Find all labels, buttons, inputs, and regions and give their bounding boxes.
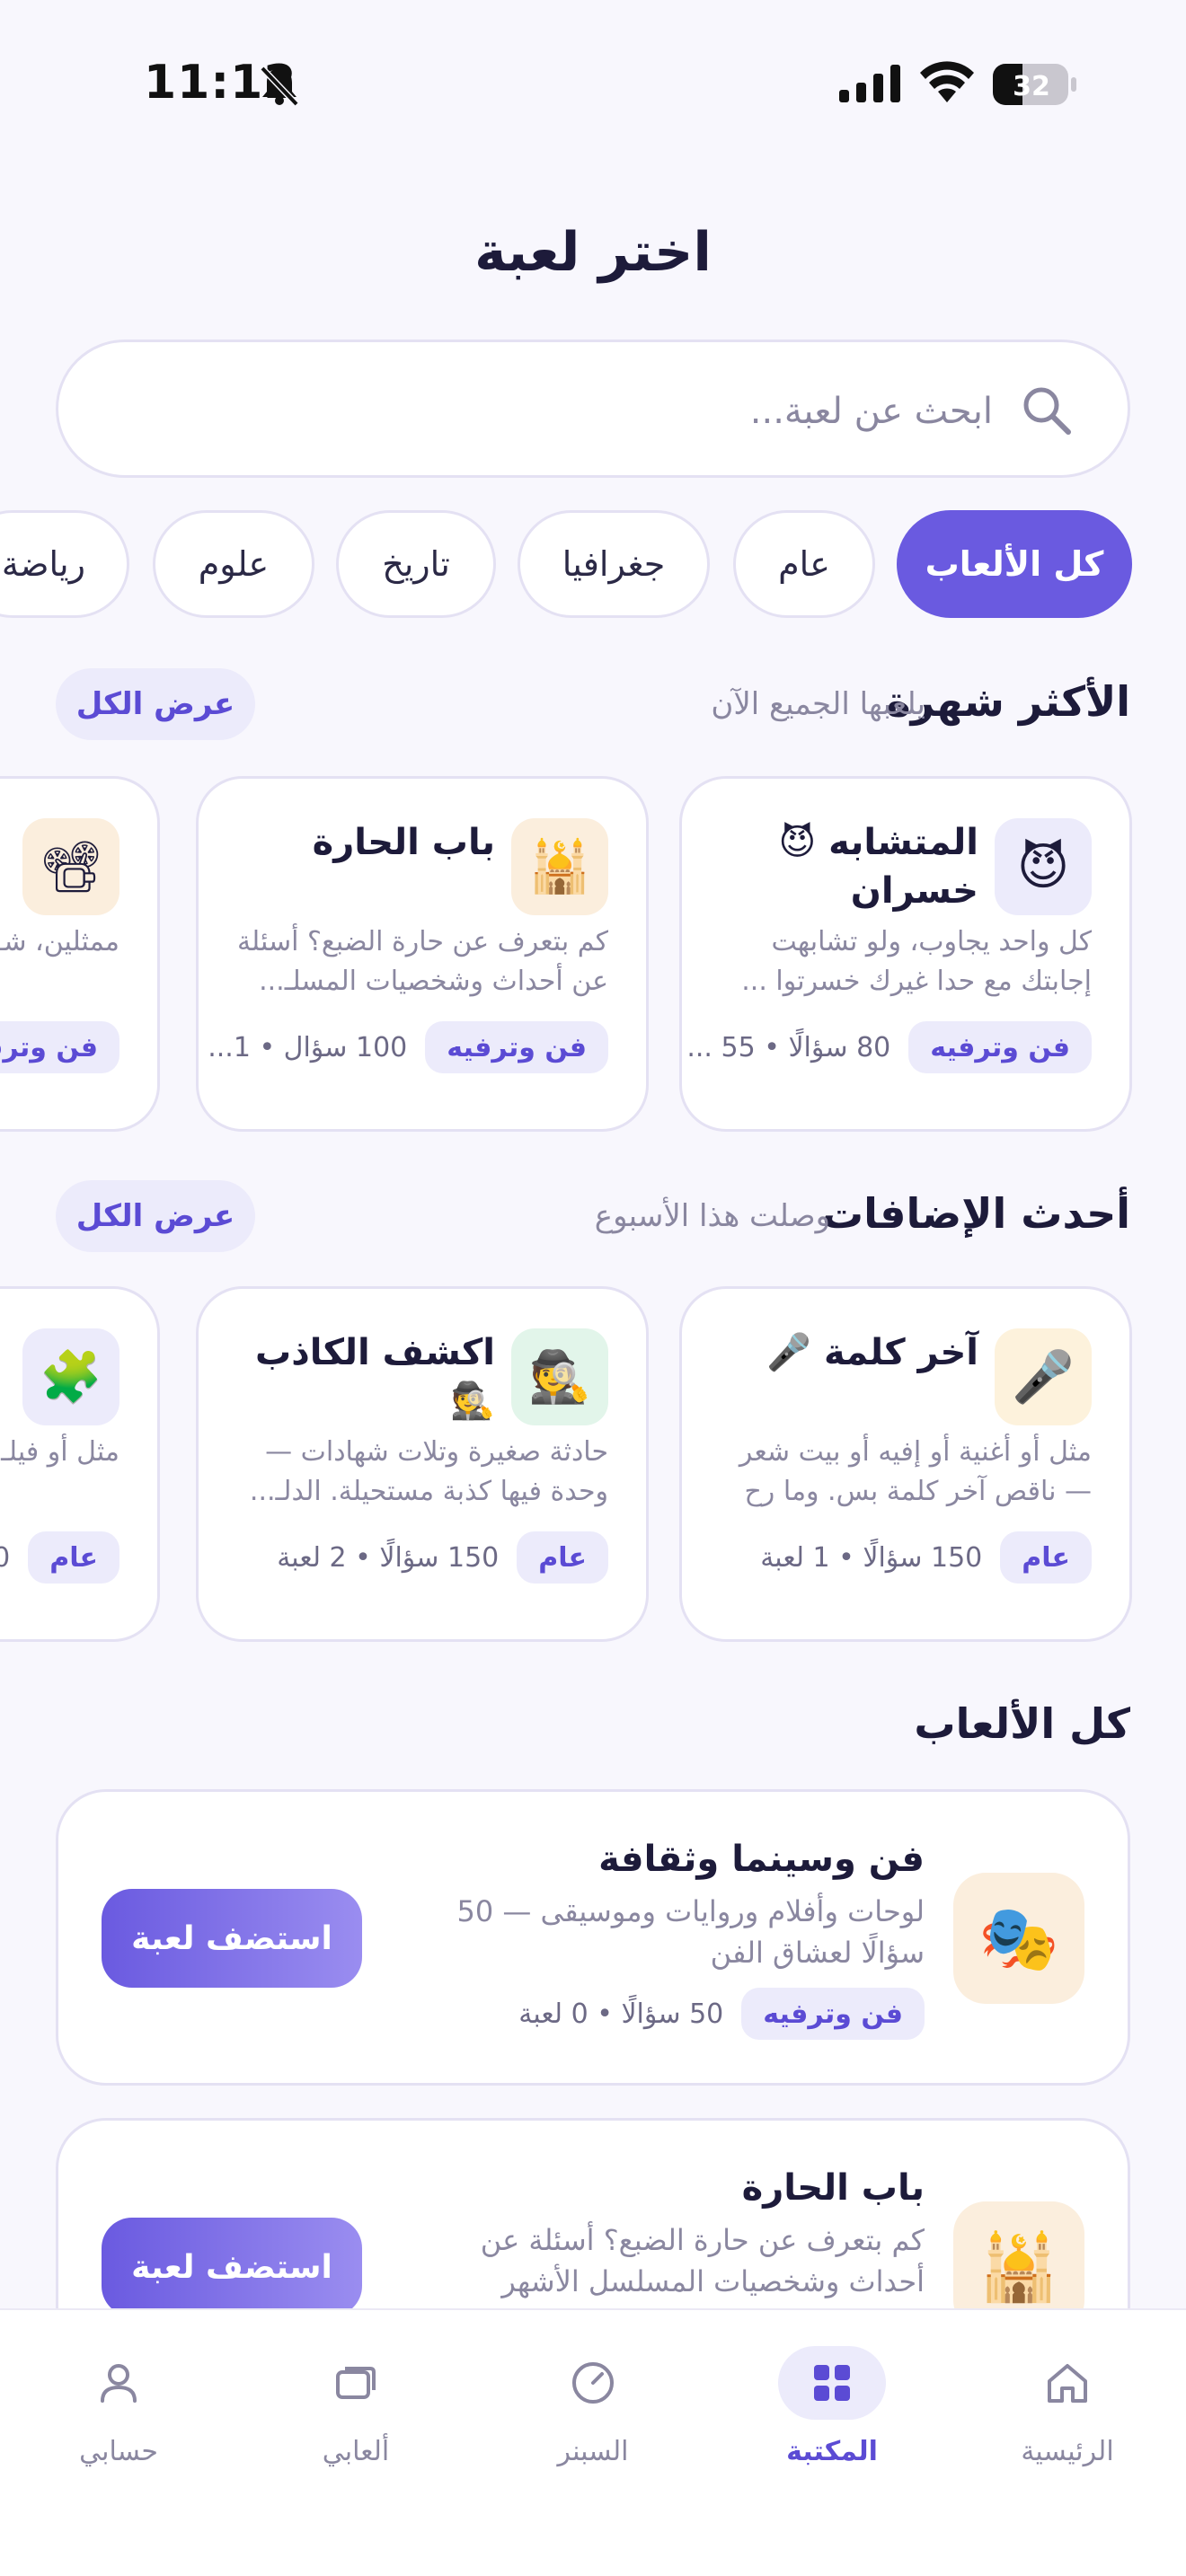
battery-icon: 32 bbox=[993, 64, 1076, 105]
grid-icon bbox=[814, 2365, 850, 2401]
detective-emoji-icon: 🕵 bbox=[511, 1328, 608, 1425]
page-title: اختر لعبة bbox=[474, 221, 712, 284]
card-stats: 50 bbox=[0, 1542, 10, 1574]
game-title: باب الحارة bbox=[741, 2167, 925, 2209]
popular-view-all-button[interactable]: عرض الكل bbox=[56, 668, 255, 740]
category-chips: كل الألعاب عام جغرافيا تاريخ علوم رياضة bbox=[0, 510, 1186, 622]
wifi-icon bbox=[920, 61, 974, 102]
chip-all-games[interactable]: كل الألعاب bbox=[897, 510, 1132, 618]
nav-home[interactable]: الرئيسية bbox=[987, 2337, 1148, 2481]
popular-section-header: الأكثر شهرة يلعبها الجميع الآن عرض الكل bbox=[0, 668, 1186, 749]
card-stats: 100 سؤال • 1... bbox=[208, 1031, 408, 1063]
card-stats: 150 سؤالًا • 1 لعبة bbox=[760, 1541, 983, 1574]
card-title: المتشابه 😈 خسران bbox=[778, 822, 979, 912]
search-icon bbox=[1023, 387, 1071, 435]
card-stats: 150 سؤالًا • 2 لعبة bbox=[277, 1541, 500, 1574]
game-description: كم بتعرف عن حارة الضبع؟ أسئلة عن أحداث و… bbox=[480, 2223, 925, 2299]
chip-science[interactable]: علوم bbox=[153, 510, 314, 618]
card-description: كم بتعرف عن حارة الضبع؟ أسئلة عن أحداث و… bbox=[236, 926, 608, 997]
bottom-nav: الرئيسية المكتبة السبنر ألعابي حسابي bbox=[0, 2308, 1186, 2576]
card-description: كل واحد يجاوب، ولو تشابهت إجابتك مع حدا … bbox=[741, 926, 1092, 997]
chip-history[interactable]: تاريخ bbox=[336, 510, 496, 618]
projector-emoji-icon: 📽 bbox=[22, 818, 119, 915]
category-tag: فن وترفيه bbox=[741, 1988, 925, 2040]
latest-section-header: أحدث الإضافات وصلت هذا الأسبوع عرض الكل bbox=[0, 1180, 1186, 1261]
theater-masks-emoji-icon: 🎭 bbox=[953, 1873, 1084, 2004]
category-tag: فن وترفيه bbox=[425, 1021, 608, 1073]
status-bar: 11:12 32 bbox=[0, 56, 1186, 119]
game-description: لوحات وأفلام وروايات وموسيقى — 50 سؤالًا… bbox=[456, 1894, 925, 1971]
popular-card[interactable]: 📽 ممثلين، شـ بتعرف عن فن وترفيه bbox=[0, 776, 160, 1132]
nav-account-label: حسابي bbox=[79, 2436, 158, 2467]
nav-spinner[interactable]: السبنر bbox=[512, 2337, 674, 2481]
nav-home-label: الرئيسية bbox=[1021, 2436, 1114, 2467]
card-title: باب الحارة bbox=[312, 822, 495, 863]
host-game-button[interactable]: استضف لعبة bbox=[102, 1889, 362, 1988]
latest-title: أحدث الإضافات bbox=[821, 1189, 1130, 1238]
card-title: آخر كلمة 🎤 bbox=[766, 1332, 978, 1373]
app-screen: 11:12 32 اختر لعبة ابحث عن لعبة... كل ال… bbox=[0, 0, 1186, 2576]
game-list-item[interactable]: 🎭 فن وسينما وثقافة لوحات وأفلام وروايات … bbox=[56, 1789, 1130, 2086]
category-tag: عام bbox=[1000, 1531, 1092, 1584]
nav-my-games-label: ألعابي bbox=[322, 2436, 390, 2467]
card-description: مثل أو فيلـ مكتوبة بالإ bbox=[0, 1436, 119, 1468]
card-description: ممثلين، شـ بتعرف عن bbox=[0, 926, 119, 957]
cellular-signal-icon bbox=[839, 65, 900, 102]
nav-library-label: المكتبة bbox=[786, 2436, 878, 2467]
category-tag: عام bbox=[517, 1531, 608, 1584]
host-game-button[interactable]: استضف لعبة bbox=[102, 2218, 362, 2316]
gauge-icon bbox=[572, 2362, 614, 2404]
category-tag: فن وترفيه bbox=[0, 1021, 119, 1073]
card-stats: 80 سؤالًا • 55 ... bbox=[686, 1031, 891, 1063]
search-input[interactable] bbox=[274, 376, 993, 446]
mosque-emoji-icon: 🕌 bbox=[511, 818, 608, 915]
latest-card[interactable]: 🎤 آخر كلمة 🎤 مثل أو أغنية أو إفيه أو بيت… bbox=[679, 1286, 1132, 1642]
latest-subtitle: وصلت هذا الأسبوع bbox=[594, 1198, 830, 1234]
card-description: حادثة صغيرة وتلات شهادات — وحدة فيها كذب… bbox=[249, 1436, 608, 1507]
popular-card[interactable]: 🕌 باب الحارة كم بتعرف عن حارة الضبع؟ أسئ… bbox=[196, 776, 649, 1132]
all-games-title: كل الألعاب bbox=[914, 1699, 1130, 1748]
nav-spinner-label: السبنر bbox=[557, 2436, 629, 2467]
chip-general[interactable]: عام bbox=[733, 510, 875, 618]
game-title: فن وسينما وثقافة bbox=[598, 1839, 925, 1880]
game-stats: 50 سؤالًا • 0 لعبة bbox=[518, 1998, 724, 2030]
category-tag: عام bbox=[28, 1531, 119, 1584]
search-bar[interactable] bbox=[56, 340, 1130, 478]
nav-account[interactable]: حسابي bbox=[38, 2337, 199, 2481]
chip-geography[interactable]: جغرافيا bbox=[518, 510, 710, 618]
category-tag: فن وترفيه bbox=[908, 1021, 1092, 1073]
latest-card[interactable]: 🕵 اكشف الكاذب 🕵 حادثة صغيرة وتلات شهادات… bbox=[196, 1286, 649, 1642]
popular-subtitle: يلعبها الجميع الآن bbox=[711, 686, 925, 722]
devil-emoji-icon: 😈 bbox=[995, 818, 1092, 915]
microphone-emoji-icon: 🎤 bbox=[995, 1328, 1092, 1425]
bell-muted-icon bbox=[260, 66, 299, 106]
cards-icon bbox=[336, 2367, 376, 2399]
all-games-header: كل الألعاب bbox=[0, 1699, 1186, 1771]
popular-card[interactable]: 😈 المتشابه 😈 خسران كل واحد يجاوب، ولو تش… bbox=[679, 776, 1132, 1132]
puzzle-emoji-icon: 🧩 bbox=[22, 1328, 119, 1425]
latest-card[interactable]: 🧩 مثل أو فيلـ مكتوبة بالإ عام 50 bbox=[0, 1286, 160, 1642]
battery-level: 32 bbox=[1013, 71, 1050, 102]
home-icon bbox=[1048, 2364, 1087, 2403]
nav-library[interactable]: المكتبة bbox=[751, 2337, 913, 2481]
nav-my-games[interactable]: ألعابي bbox=[275, 2337, 437, 2481]
card-description: مثل أو أغنية أو إفيه أو بيت شعر — ناقص آ… bbox=[739, 1436, 1092, 1519]
chip-sports[interactable]: رياضة bbox=[0, 510, 129, 618]
latest-view-all-button[interactable]: عرض الكل bbox=[56, 1180, 255, 1252]
card-title: اكشف الكاذب 🕵 bbox=[255, 1332, 495, 1422]
user-icon bbox=[101, 2364, 137, 2403]
